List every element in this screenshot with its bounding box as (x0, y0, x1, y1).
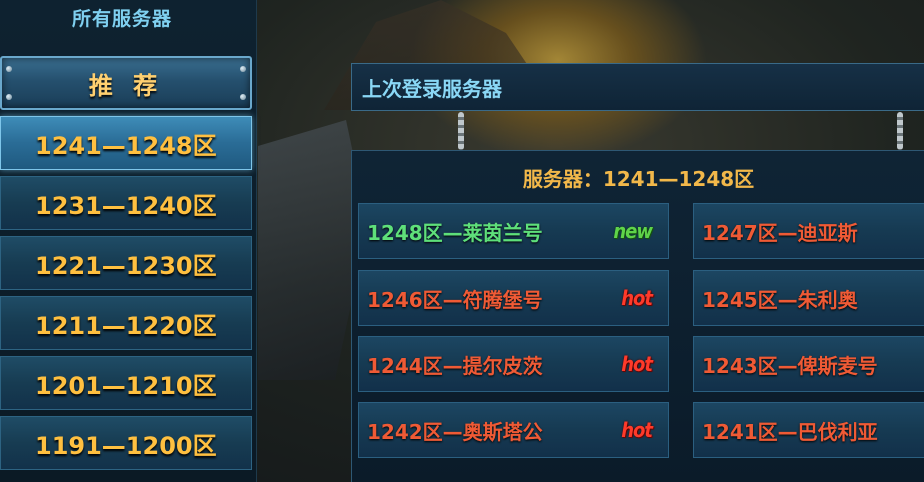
server-list-panel: 服务器：1241—1248区 1248区—莱茵兰号 new 1247区—迪亚斯 … (351, 150, 924, 482)
recommend-label: 推 荐 (88, 71, 164, 100)
chain-icon (458, 112, 464, 150)
server-button[interactable]: 1242区—奥斯塔公 hot (358, 402, 669, 458)
last-login-title: 上次登录服务器 (362, 76, 502, 101)
server-name: 1244区—提尔皮茨 (367, 353, 543, 378)
server-group-sidebar: 所有服务器 推 荐 1241—1248区 1231—1240区 1221—123… (0, 0, 257, 482)
server-group-item[interactable]: 1191—1200区 (0, 416, 252, 470)
rivet-icon (240, 66, 246, 72)
server-panel-title: 服务器：1241—1248区 (522, 167, 755, 191)
server-button[interactable]: 1247区—迪亚斯 (693, 203, 924, 259)
server-name: 1242区—奥斯塔公 (367, 419, 543, 444)
server-button[interactable]: 1246区—符腾堡号 hot (358, 270, 669, 326)
server-button[interactable]: 1245区—朱利奥 (693, 270, 924, 326)
server-button[interactable]: 1244区—提尔皮茨 hot (358, 336, 669, 392)
hot-badge: hot (621, 285, 653, 311)
server-group-item[interactable]: 1241—1248区 (0, 116, 252, 170)
server-name: 1243区—俾斯麦号 (702, 353, 878, 378)
rivet-icon (6, 66, 12, 72)
server-group-label: 1231—1240区 (35, 191, 217, 220)
new-badge: new (613, 218, 653, 244)
server-group-label: 1201—1210区 (35, 371, 217, 400)
server-name: 1246区—符腾堡号 (367, 287, 543, 312)
server-button[interactable]: 1241区—巴伐利亚 (693, 402, 924, 458)
server-group-label: 1211—1220区 (35, 311, 217, 340)
rivet-icon (6, 94, 12, 100)
sidebar-title: 所有服务器 (71, 8, 172, 30)
server-group-label: 1221—1230区 (35, 251, 217, 280)
server-button[interactable]: 1243区—俾斯麦号 (693, 336, 924, 392)
server-group-list: 1241—1248区 1231—1240区 1221—1230区 1211—12… (0, 116, 252, 476)
server-group-item[interactable]: 1211—1220区 (0, 296, 252, 350)
server-group-item[interactable]: 1231—1240区 (0, 176, 252, 230)
server-name: 1247区—迪亚斯 (702, 220, 858, 245)
server-name: 1248区—莱茵兰号 (367, 220, 543, 245)
server-group-item[interactable]: 1201—1210区 (0, 356, 252, 410)
hot-badge: hot (621, 351, 653, 377)
recommend-button[interactable]: 推 荐 (0, 56, 252, 110)
server-button[interactable]: 1248区—莱茵兰号 new (358, 203, 669, 259)
server-group-label: 1241—1248区 (35, 131, 217, 160)
server-name: 1241区—巴伐利亚 (702, 419, 878, 444)
server-group-label: 1191—1200区 (35, 431, 217, 460)
server-group-item[interactable]: 1221—1230区 (0, 236, 252, 290)
server-name: 1245区—朱利奥 (702, 287, 858, 312)
hot-badge: hot (621, 417, 653, 443)
chain-icon (897, 112, 903, 150)
rivet-icon (240, 94, 246, 100)
last-login-panel: 上次登录服务器 (351, 63, 924, 111)
